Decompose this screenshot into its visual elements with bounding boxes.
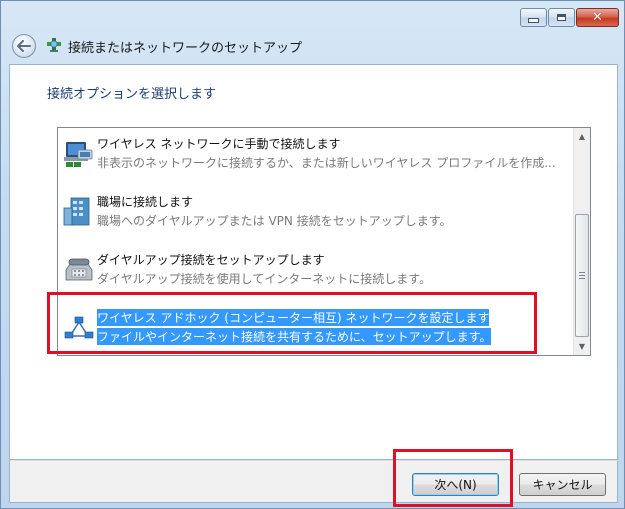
close-icon: ✕ [592,10,603,25]
maximize-button[interactable] [548,8,575,27]
option-manual-wireless[interactable]: ワイヤレス ネットワークに手動で接続します 非表示のネットワークに接続するか、ま… [58,130,570,186]
list-scrollbar[interactable]: ▲ ▼ [573,128,590,355]
grip-icon [579,272,585,279]
window-title: 接続またはネットワークのセットアップ [68,41,303,56]
dialog-window: ✕ 接続またはネットワークのセットアップ 接続オプションを選択します ワイヤレス… [0,0,625,509]
wireless-network-computer-icon [64,142,93,167]
option-workplace[interactable]: 職場に接続します 職場へのダイヤルアップまたは VPN 接続をセットアップします… [58,188,570,244]
scroll-thumb[interactable] [575,214,589,337]
content-panel: 接続オプションを選択します ワイヤレス ネットワークに手動で接続します 非表示の… [9,64,618,460]
cancel-button[interactable]: キャンセル [519,473,606,496]
minimize-icon [528,18,539,23]
chevron-up-icon: ▲ [578,132,586,141]
scroll-down-button[interactable]: ▼ [574,338,590,355]
minimize-button[interactable] [520,8,547,27]
option-title: ダイヤルアップ接続をセットアップします [97,253,325,267]
maximize-icon [557,14,566,21]
back-button[interactable] [12,34,36,58]
option-title: 職場に接続します [97,195,194,209]
page-prompt: 接続オプションを選択します [47,87,217,102]
option-description: 職場へのダイヤルアップまたは VPN 接続をセットアップします。 [97,214,452,228]
option-title: ワイヤレス ネットワークに手動で接続します [97,137,341,151]
network-setup-icon [47,38,61,52]
close-button[interactable]: ✕ [576,8,619,27]
highlight-box-option [47,292,537,354]
button-bar: 次へ(N) キャンセル [9,460,618,503]
chevron-down-icon: ▼ [578,342,586,351]
option-description: ダイヤルアップ接続を使用してインターネットに接続します。 [97,272,432,286]
option-description: 非表示のネットワークに接続するか、または新しいワイヤレス プロファイルを作成..… [97,156,556,170]
scroll-up-button[interactable]: ▲ [574,128,590,145]
back-arrow-icon [17,40,31,52]
highlight-box-next [393,449,513,507]
dialup-phone-icon [65,258,93,281]
workplace-building-icon [63,197,90,226]
